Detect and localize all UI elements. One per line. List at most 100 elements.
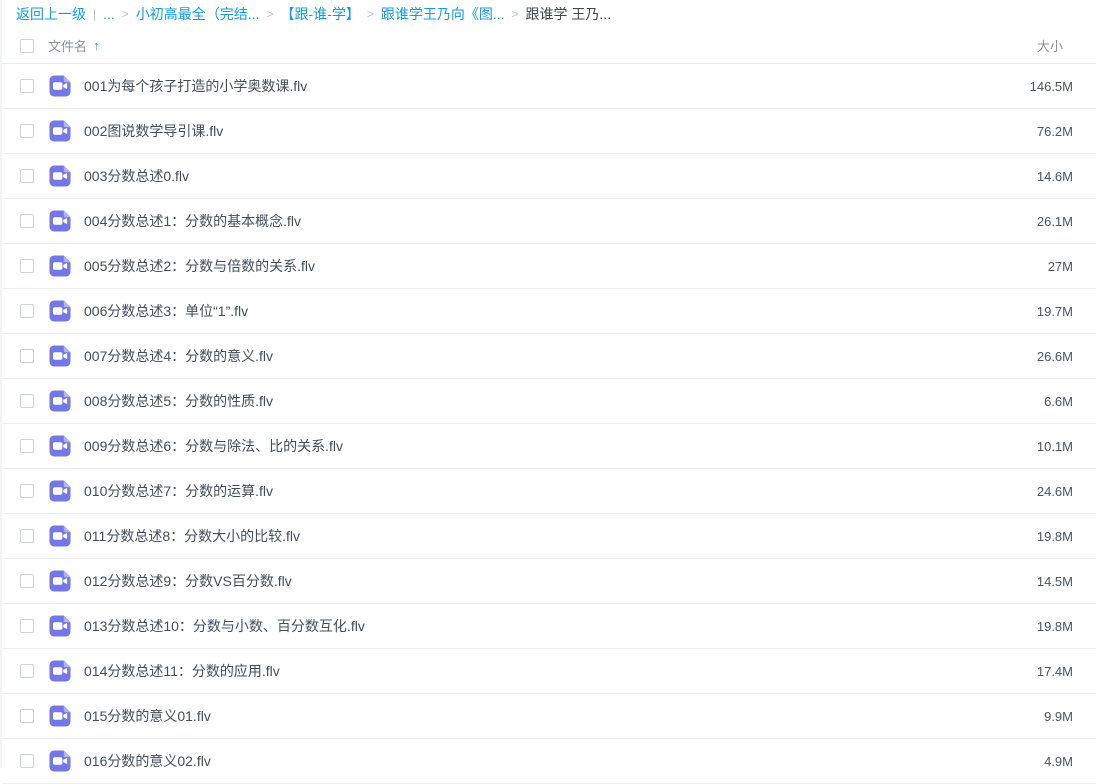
file-size: 146.5M <box>1030 79 1096 94</box>
file-name-link[interactable]: 012分数总述9：分数VS百分数.flv <box>84 571 292 591</box>
breadcrumb-current: 跟谁学 王乃... <box>526 4 612 24</box>
filename-column-label: 文件名 <box>48 36 87 55</box>
breadcrumb-pipe-separator: | <box>93 7 96 21</box>
file-size: 24.6M <box>1037 484 1096 499</box>
file-list: 001为每个孩子打造的小学奥数课.flv 146.5M 002图说数学导引课.flv… <box>2 64 1096 784</box>
file-name-link[interactable]: 005分数总述2：分数与倍数的关系.flv <box>84 256 315 276</box>
file-size: 19.7M <box>1037 304 1096 319</box>
row-checkbox[interactable] <box>20 214 34 228</box>
column-header-size: 大小 <box>1037 36 1096 55</box>
breadcrumb: 返回上一级 | ... > 小初高最全（完结... > 【跟-谁-学】 > 跟谁学王乃向《图… <box>2 0 1096 28</box>
breadcrumb-back-link[interactable]: 返回上一级 <box>16 4 86 24</box>
file-name-link[interactable]: 010分数总述7：分数的运算.flv <box>84 481 273 501</box>
row-checkbox[interactable] <box>20 79 34 93</box>
row-checkbox[interactable] <box>20 664 34 678</box>
table-row[interactable]: 004分数总述1：分数的基本概念.flv 26.1M <box>2 199 1096 244</box>
select-all-checkbox[interactable] <box>20 39 34 53</box>
video-file-icon <box>48 524 72 548</box>
row-checkbox[interactable] <box>20 259 34 273</box>
file-name-link[interactable]: 014分数总述11：分数的应用.flv <box>84 661 280 681</box>
row-checkbox[interactable] <box>20 574 34 588</box>
video-file-icon <box>48 614 72 638</box>
file-size: 19.8M <box>1037 529 1096 544</box>
row-checkbox[interactable] <box>20 754 34 768</box>
file-name-link[interactable]: 011分数总述8：分数大小的比较.flv <box>84 526 300 546</box>
table-header: 文件名 ↑ 大小 <box>2 28 1096 64</box>
file-browser-page: 返回上一级 | ... > 小初高最全（完结... > 【跟-谁-学】 > 跟谁学王乃向《图… <box>0 0 1096 768</box>
column-header-filename[interactable]: 文件名 ↑ <box>48 36 100 55</box>
video-file-icon <box>48 389 72 413</box>
breadcrumb-link[interactable]: 跟谁学王乃向《图... <box>381 4 505 24</box>
file-size: 26.6M <box>1037 349 1096 364</box>
file-name-link[interactable]: 002图说数学导引课.flv <box>84 121 223 141</box>
video-file-icon <box>48 659 72 683</box>
video-file-icon <box>48 74 72 98</box>
file-size: 14.5M <box>1037 574 1096 589</box>
table-row[interactable]: 013分数总述10：分数与小数、百分数互化.flv 19.8M <box>2 604 1096 649</box>
file-size: 76.2M <box>1037 124 1096 139</box>
breadcrumb-separator: > <box>512 7 519 21</box>
table-row[interactable]: 011分数总述8：分数大小的比较.flv 19.8M <box>2 514 1096 559</box>
table-row[interactable]: 006分数总述3：单位“1”.flv 19.7M <box>2 289 1096 334</box>
video-file-icon <box>48 299 72 323</box>
video-file-icon <box>48 344 72 368</box>
file-name-link[interactable]: 007分数总述4：分数的意义.flv <box>84 346 273 366</box>
row-checkbox[interactable] <box>20 124 34 138</box>
file-name-link[interactable]: 013分数总述10：分数与小数、百分数互化.flv <box>84 616 365 636</box>
file-name-link[interactable]: 008分数总述5：分数的性质.flv <box>84 391 273 411</box>
video-file-icon <box>48 164 72 188</box>
table-row[interactable]: 016分数的意义02.flv 4.9M <box>2 739 1096 784</box>
video-file-icon <box>48 569 72 593</box>
file-size: 14.6M <box>1037 169 1096 184</box>
file-size: 19.8M <box>1037 619 1096 634</box>
table-row[interactable]: 008分数总述5：分数的性质.flv 6.6M <box>2 379 1096 424</box>
row-checkbox[interactable] <box>20 394 34 408</box>
file-size: 17.4M <box>1037 664 1096 679</box>
breadcrumb-separator: > <box>266 7 273 21</box>
file-size: 6.6M <box>1044 394 1096 409</box>
file-size: 4.9M <box>1044 754 1096 769</box>
file-name-link[interactable]: 006分数总述3：单位“1”.flv <box>84 301 248 321</box>
row-checkbox[interactable] <box>20 484 34 498</box>
table-row[interactable]: 007分数总述4：分数的意义.flv 26.6M <box>2 334 1096 379</box>
breadcrumb-link[interactable]: ... <box>103 6 115 22</box>
file-size: 10.1M <box>1037 439 1096 454</box>
row-checkbox[interactable] <box>20 529 34 543</box>
file-name-link[interactable]: 001为每个孩子打造的小学奥数课.flv <box>84 76 307 96</box>
video-file-icon <box>48 254 72 278</box>
table-row[interactable]: 002图说数学导引课.flv 76.2M <box>2 109 1096 154</box>
table-row[interactable]: 012分数总述9：分数VS百分数.flv 14.5M <box>2 559 1096 604</box>
file-name-link[interactable]: 016分数的意义02.flv <box>84 751 211 771</box>
file-size: 26.1M <box>1037 214 1096 229</box>
row-checkbox[interactable] <box>20 304 34 318</box>
video-file-icon <box>48 434 72 458</box>
breadcrumb-link[interactable]: 小初高最全（完结... <box>136 4 260 24</box>
video-file-icon <box>48 749 72 773</box>
file-name-link[interactable]: 003分数总述0.flv <box>84 166 189 186</box>
table-row[interactable]: 010分数总述7：分数的运算.flv 24.6M <box>2 469 1096 514</box>
row-checkbox[interactable] <box>20 439 34 453</box>
breadcrumb-separator: > <box>367 7 374 21</box>
file-name-link[interactable]: 009分数总述6：分数与除法、比的关系.flv <box>84 436 343 456</box>
file-name-link[interactable]: 004分数总述1：分数的基本概念.flv <box>84 211 301 231</box>
table-row[interactable]: 009分数总述6：分数与除法、比的关系.flv 10.1M <box>2 424 1096 469</box>
table-row[interactable]: 001为每个孩子打造的小学奥数课.flv 146.5M <box>2 64 1096 109</box>
table-row[interactable]: 003分数总述0.flv 14.6M <box>2 154 1096 199</box>
file-name-link[interactable]: 015分数的意义01.flv <box>84 706 211 726</box>
file-size: 9.9M <box>1044 709 1096 724</box>
row-checkbox[interactable] <box>20 169 34 183</box>
breadcrumb-link[interactable]: 【跟-谁-学】 <box>281 4 360 24</box>
row-checkbox[interactable] <box>20 709 34 723</box>
table-row[interactable]: 005分数总述2：分数与倍数的关系.flv 27M <box>2 244 1096 289</box>
row-checkbox[interactable] <box>20 619 34 633</box>
table-row[interactable]: 015分数的意义01.flv 9.9M <box>2 694 1096 739</box>
video-file-icon <box>48 119 72 143</box>
breadcrumb-separator: > <box>122 7 129 21</box>
video-file-icon <box>48 209 72 233</box>
row-checkbox[interactable] <box>20 349 34 363</box>
file-size: 27M <box>1048 259 1096 274</box>
video-file-icon <box>48 704 72 728</box>
sort-ascending-icon[interactable]: ↑ <box>93 38 100 53</box>
table-row[interactable]: 014分数总述11：分数的应用.flv 17.4M <box>2 649 1096 694</box>
video-file-icon <box>48 479 72 503</box>
